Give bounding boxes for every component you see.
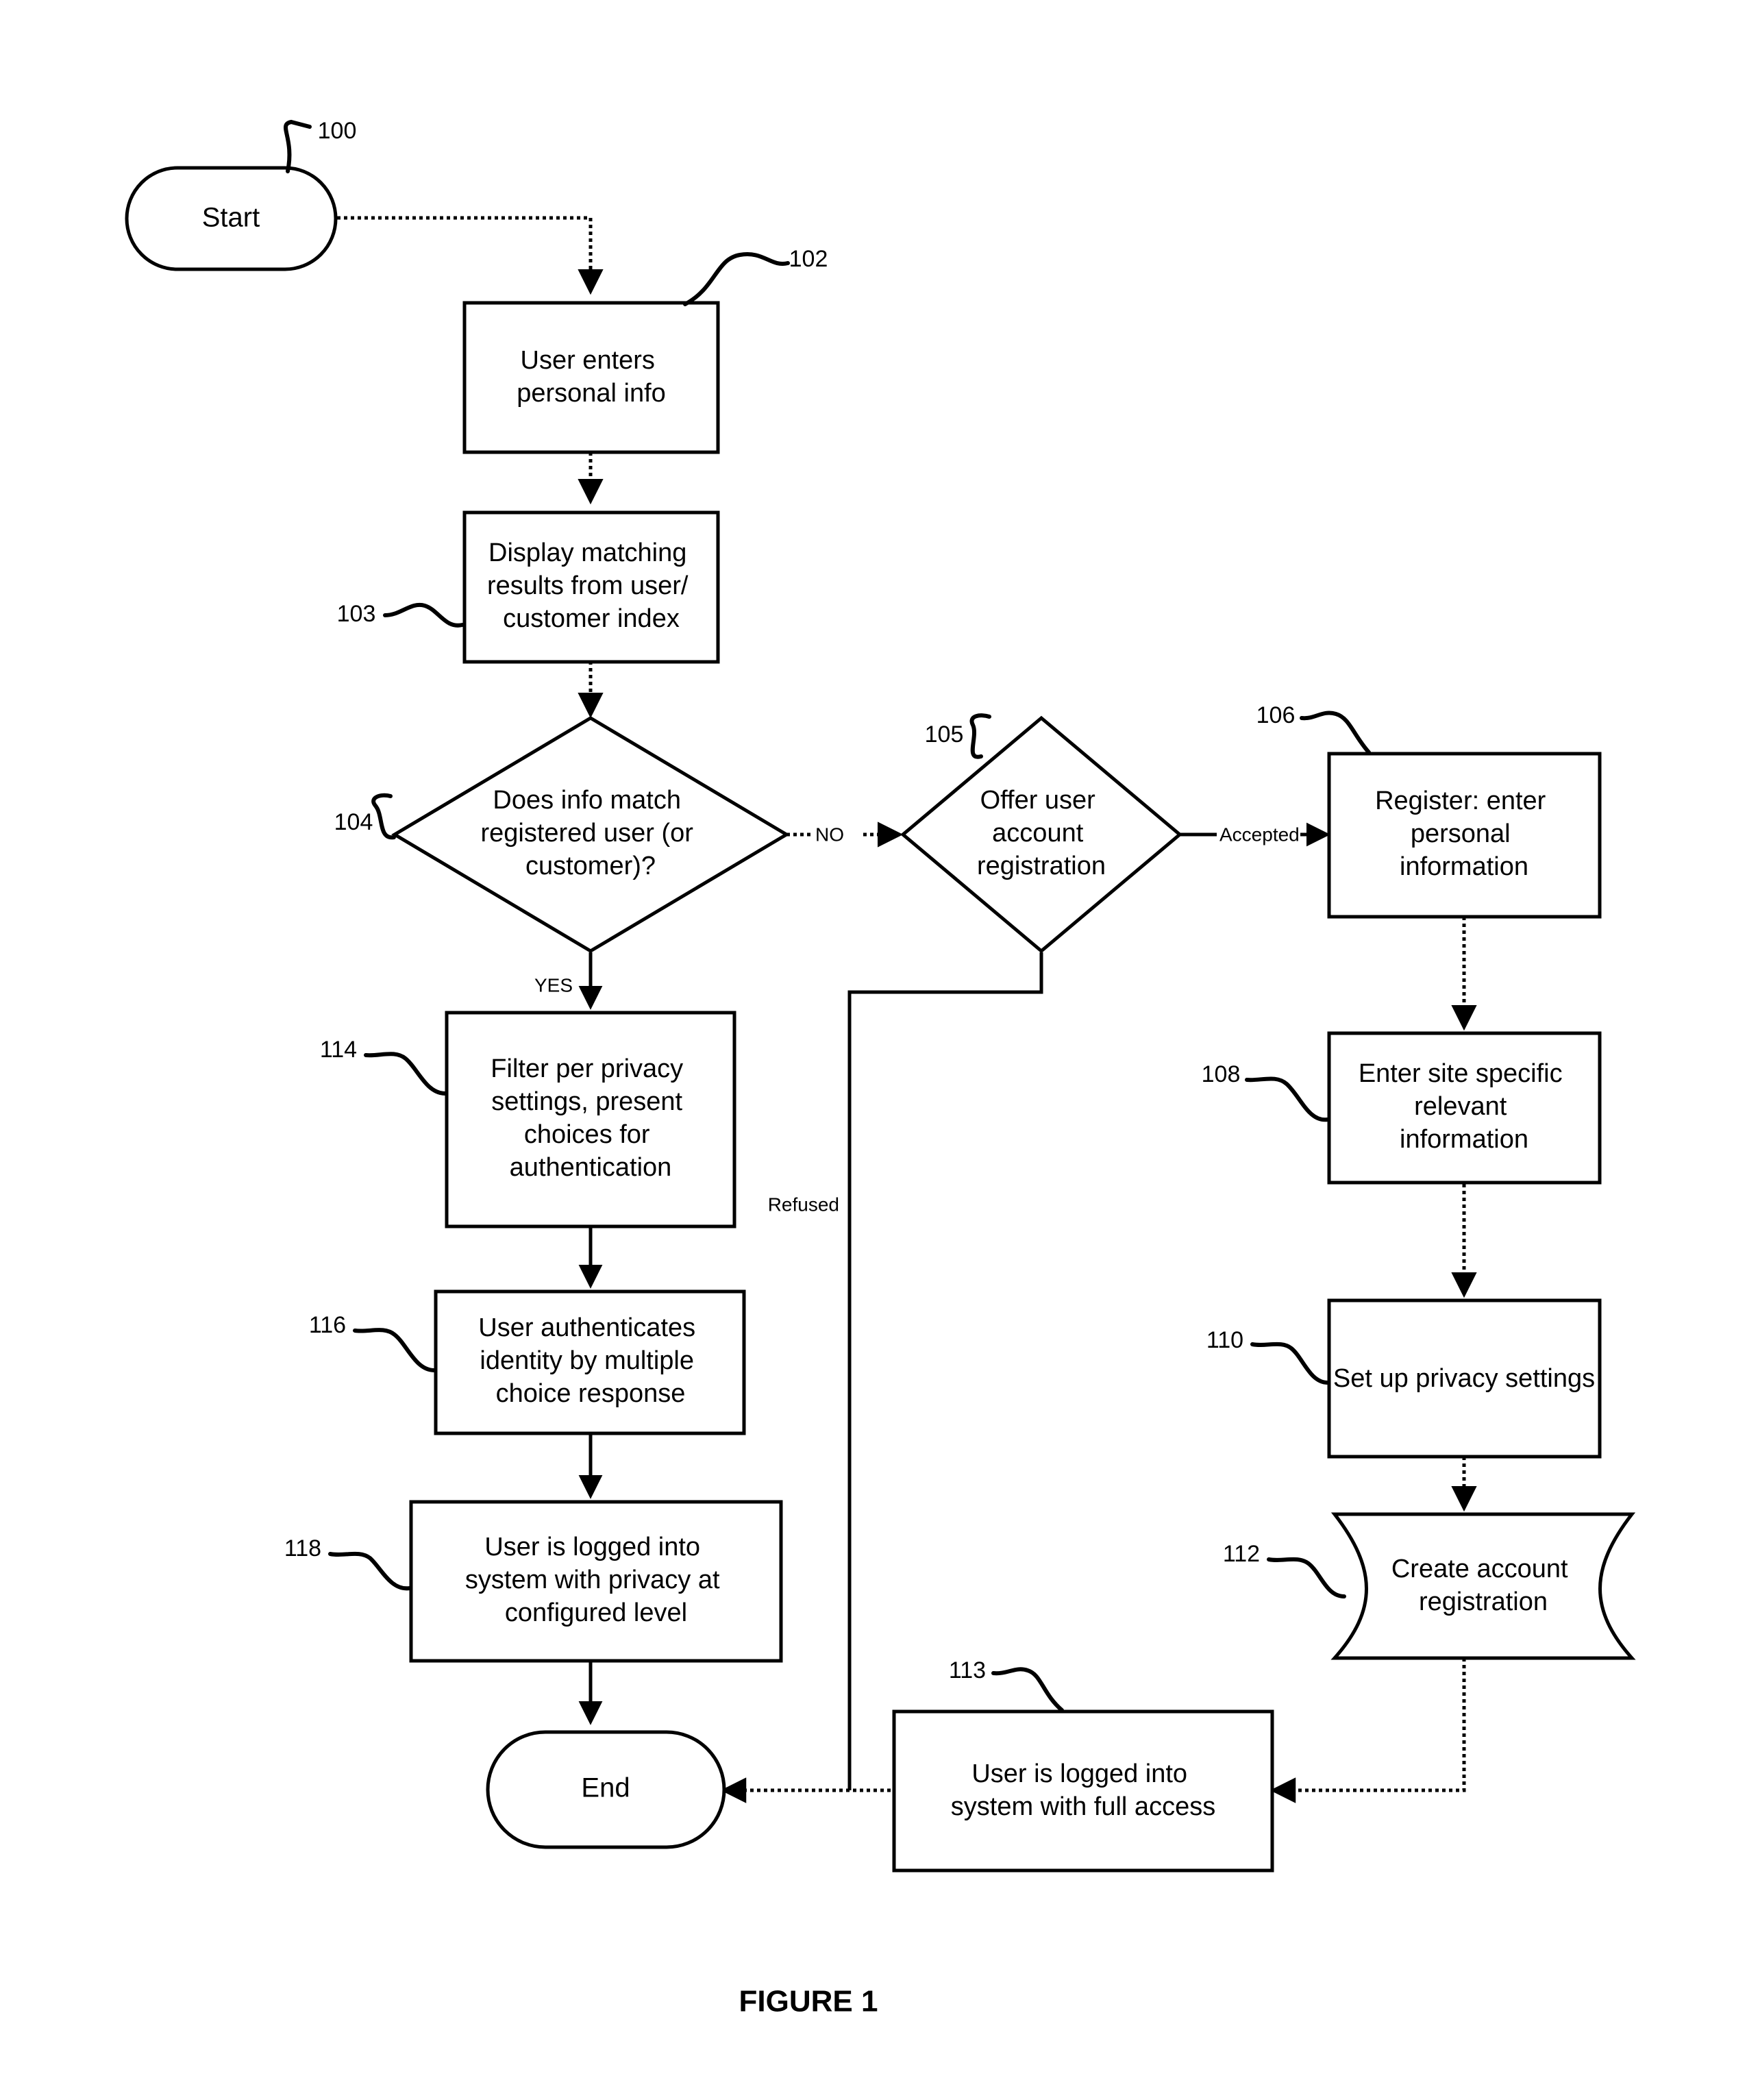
ref-leader-105: 105 xyxy=(925,713,991,759)
ref-leader-104: 104 xyxy=(334,793,396,840)
edge-label-refused: Refused xyxy=(768,1194,839,1215)
figure-page: NO YES Accepted Refused Start 100 User e… xyxy=(0,0,1747,2100)
node-110-set-up-privacy-settings[interactable]: Set up privacy settings xyxy=(1327,1298,1602,1459)
node-start[interactable]: Start xyxy=(125,166,338,271)
stored-data-shape-112 xyxy=(1330,1512,1636,1660)
ref-label-102: 102 xyxy=(789,246,828,272)
end-label: End xyxy=(581,1773,630,1803)
edge-104-to-114: YES xyxy=(534,952,603,1010)
node-116-label: User authenticates identity by multiple … xyxy=(478,1313,702,1408)
edge-104-to-105: NO xyxy=(786,822,904,848)
node-118-user-logged-in-privacy-configured[interactable]: User is logged into system with privacy … xyxy=(409,1500,783,1663)
ref-label-104: 104 xyxy=(334,809,373,835)
ref-label-116: 116 xyxy=(309,1312,346,1338)
ref-label-110: 110 xyxy=(1206,1327,1243,1353)
node-104-does-info-match[interactable]: Does info match registered user (or cust… xyxy=(391,716,790,953)
ref-leader-113: 113 xyxy=(949,1657,1064,1712)
ref-label-114: 114 xyxy=(320,1037,357,1063)
process-shape-102 xyxy=(462,301,720,454)
node-end[interactable]: End xyxy=(486,1730,726,1849)
node-102-user-enters-personal-info[interactable]: User enters personal info xyxy=(462,301,720,454)
ref-leader-112: 112 xyxy=(1223,1541,1346,1598)
edge-105-to-106: Accepted xyxy=(1180,822,1330,847)
ref-leader-106: 106 xyxy=(1256,702,1371,754)
ref-leader-108: 108 xyxy=(1202,1061,1330,1122)
process-shape-114 xyxy=(445,1011,736,1228)
edge-label-yes: YES xyxy=(534,974,573,996)
edge-start-to-102 xyxy=(337,216,604,295)
process-shape-113 xyxy=(892,1709,1274,1873)
ref-label-103: 103 xyxy=(337,601,376,627)
node-110-label: Set up privacy settings xyxy=(1333,1364,1595,1393)
ref-leader-116: 116 xyxy=(309,1312,436,1372)
edge-112-to-113 xyxy=(1269,1658,1466,1803)
ref-leader-118: 118 xyxy=(284,1535,412,1591)
node-105-offer-user-account-registration[interactable]: Offer user account registration xyxy=(900,715,1182,954)
start-label: Start xyxy=(202,203,260,233)
ref-label-112: 112 xyxy=(1223,1541,1260,1567)
node-108-enter-site-specific-relevant-information[interactable]: Enter site specific relevant information xyxy=(1327,1031,1602,1185)
ref-label-100: 100 xyxy=(318,118,357,144)
ref-label-113: 113 xyxy=(949,1657,986,1683)
figure-caption: FIGURE 1 xyxy=(739,1985,878,2018)
node-103-display-matching-results[interactable]: Display matching results from user/ cust… xyxy=(462,510,720,664)
node-116-user-authenticates-identity[interactable]: User authenticates identity by multiple … xyxy=(434,1289,746,1435)
node-114-filter-per-privacy-settings[interactable]: Filter per privacy settings, present cho… xyxy=(445,1011,736,1228)
ref-leader-110: 110 xyxy=(1206,1327,1330,1385)
ref-leader-103: 103 xyxy=(337,601,464,628)
flowchart-canvas: NO YES Accepted Refused Start 100 User e… xyxy=(125,118,1636,2018)
ref-label-105: 105 xyxy=(925,721,964,748)
ref-leader-114: 114 xyxy=(320,1037,447,1096)
ref-leader-100: 100 xyxy=(284,118,357,173)
node-105-label: Offer user account registration xyxy=(977,786,1106,880)
edge-label-no: NO xyxy=(815,824,844,845)
ref-label-106: 106 xyxy=(1256,702,1296,728)
node-103-label: Display matching results from user/ cust… xyxy=(487,539,695,633)
edge-105-to-end: Refused xyxy=(768,952,1043,1790)
ref-leader-102: 102 xyxy=(683,246,828,306)
edge-label-accepted: Accepted xyxy=(1219,824,1300,845)
ref-label-118: 118 xyxy=(284,1535,321,1561)
ref-label-108: 108 xyxy=(1202,1061,1241,1087)
node-112-create-account-registration[interactable]: Create account registration xyxy=(1330,1512,1636,1660)
node-106-register-enter-personal-information[interactable]: Register: enter personal information xyxy=(1327,752,1602,919)
node-113-user-logged-in-full-access[interactable]: User is logged into system with full acc… xyxy=(892,1709,1274,1873)
